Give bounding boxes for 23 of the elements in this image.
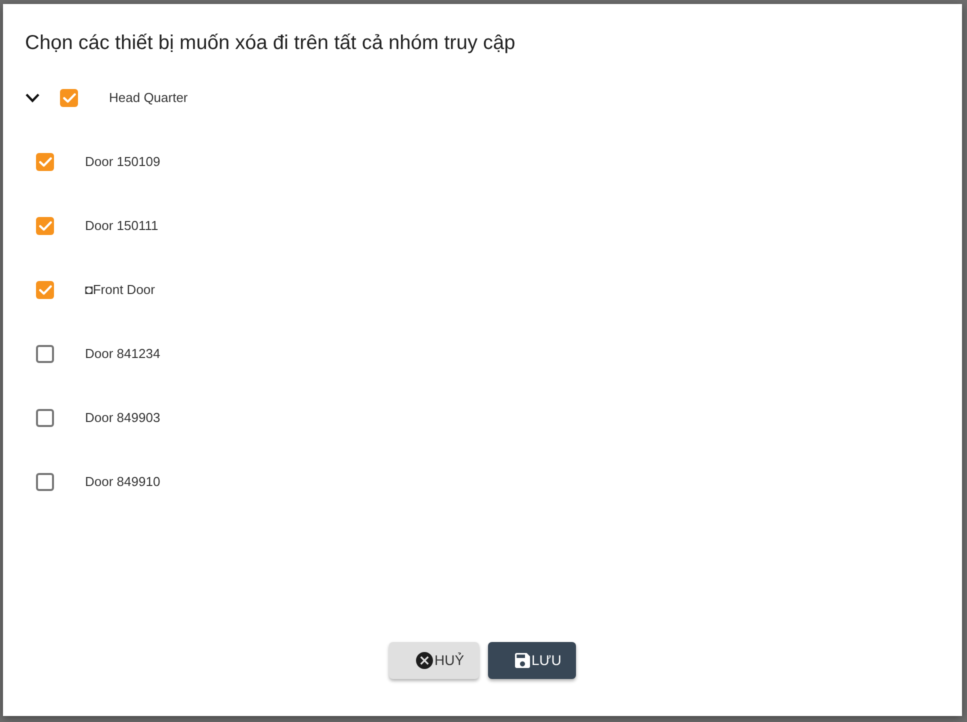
group-label: Head Quarter xyxy=(109,90,188,106)
cancel-button[interactable]: HUỶ xyxy=(388,642,478,679)
checkmark-icon xyxy=(38,221,52,231)
device-label: Door 150111 xyxy=(85,218,158,234)
device-label: Door 150109 xyxy=(85,154,160,170)
checkbox[interactable] xyxy=(36,345,54,363)
checkbox[interactable] xyxy=(36,409,54,427)
checkbox[interactable] xyxy=(60,89,78,107)
save-icon xyxy=(514,653,530,668)
checkmark-icon xyxy=(38,285,52,295)
save-button[interactable]: LƯU xyxy=(488,642,576,679)
chevron-down-icon[interactable] xyxy=(25,93,40,103)
device-label: Door 841234 xyxy=(85,346,160,362)
checkmark-icon xyxy=(38,157,52,167)
checkbox[interactable] xyxy=(36,473,54,491)
dialog-title: Chọn các thiết bị muốn xóa đi trên tất cả nhóm truy cập xyxy=(25,31,516,56)
device-label: ◘Front Door xyxy=(85,282,155,298)
device-label: Door 849910 xyxy=(85,474,160,490)
checkbox[interactable] xyxy=(36,281,54,299)
checkmark-icon xyxy=(62,93,76,103)
checkbox[interactable] xyxy=(36,217,54,235)
device-label: Door 849903 xyxy=(85,410,160,426)
checkbox[interactable] xyxy=(36,153,54,171)
